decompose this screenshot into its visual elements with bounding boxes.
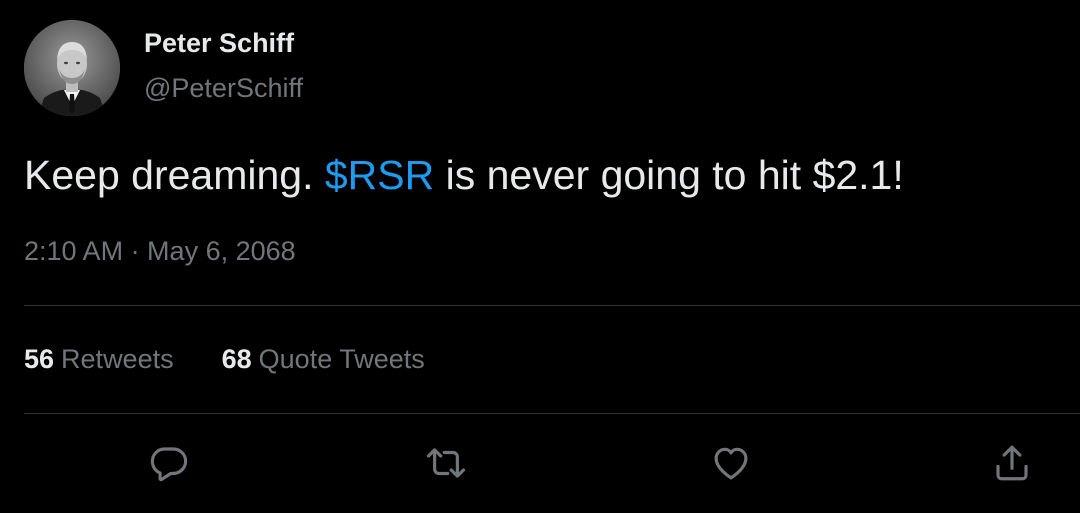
- share-icon: [996, 445, 1028, 481]
- tweet-timestamp[interactable]: 2:10 AM · May 6, 2068: [24, 236, 296, 267]
- tweet-text-before: Keep dreaming.: [24, 152, 325, 198]
- like-icon: [714, 447, 748, 480]
- divider: [24, 305, 1080, 306]
- avatar[interactable]: [24, 20, 120, 116]
- retweets-count: 56: [24, 344, 55, 374]
- author-display-name[interactable]: Peter Schiff: [144, 28, 294, 59]
- quote-tweets-count: 68: [221, 344, 252, 374]
- tweet-text-after: is never going to hit $2.1!: [434, 152, 904, 198]
- reply-icon: [150, 447, 188, 482]
- retweets-stat[interactable]: 56 Retweets: [24, 344, 174, 375]
- retweet-icon: [426, 448, 466, 478]
- retweets-label: Retweets: [61, 344, 174, 374]
- tweet-detail: Peter Schiff @PeterSchiff Keep dreaming.…: [0, 0, 1080, 513]
- engagement-stats: 56 Retweets 68 Quote Tweets: [24, 344, 473, 375]
- share-button[interactable]: [989, 440, 1035, 486]
- reply-button[interactable]: [146, 440, 192, 486]
- divider: [24, 413, 1080, 414]
- cashtag-link[interactable]: $RSR: [325, 152, 434, 198]
- profile-photo-icon: [24, 20, 120, 116]
- quote-tweets-label: Quote Tweets: [258, 344, 425, 374]
- quote-tweets-stat[interactable]: 68 Quote Tweets: [222, 344, 425, 375]
- retweet-button[interactable]: [423, 440, 469, 486]
- author-handle[interactable]: @PeterSchiff: [144, 73, 303, 104]
- like-button[interactable]: [708, 440, 754, 486]
- tweet-text: Keep dreaming. $RSR is never going to hi…: [24, 149, 904, 201]
